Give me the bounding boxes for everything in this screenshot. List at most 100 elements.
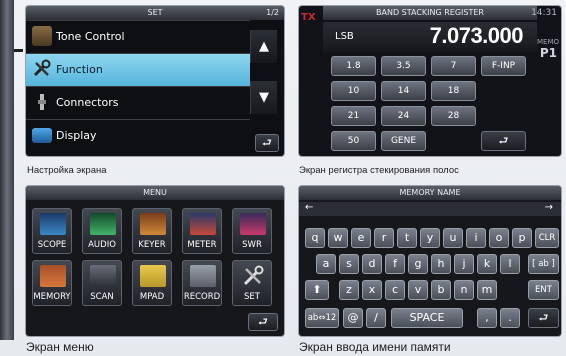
key-w[interactable]: w [328, 228, 348, 248]
key-y[interactable]: y [420, 228, 440, 248]
key-n[interactable]: n [454, 280, 474, 300]
menu-mpad-button[interactable]: MPAD [132, 260, 172, 306]
key-d[interactable]: d [362, 254, 382, 274]
key-a[interactable]: a [316, 254, 336, 274]
memory-icon [40, 265, 66, 287]
key-h[interactable]: h [431, 254, 451, 274]
band-button-7[interactable]: 7 [431, 56, 476, 76]
keyboard-return-button[interactable]: ⮐ [528, 308, 559, 328]
key-z[interactable]: z [339, 280, 359, 300]
key-at[interactable]: @ [343, 308, 363, 328]
key-l[interactable]: l [500, 254, 520, 274]
scroll-up-button[interactable]: ▲ [250, 30, 277, 63]
set-item-display[interactable]: Display [26, 119, 250, 152]
audio-icon [90, 213, 116, 235]
cursor-right-icon[interactable]: → [545, 202, 553, 213]
key-comma[interactable]: , [477, 308, 497, 328]
key-e[interactable]: e [351, 228, 371, 248]
keyer-icon [140, 213, 166, 235]
band-return-button[interactable]: ⮐ [481, 131, 526, 151]
gene-button[interactable]: GENE [381, 131, 426, 151]
set-return-button[interactable]: ⮐ [255, 134, 279, 152]
band-label: 14 [397, 86, 410, 96]
shift-icon: ⬆ [312, 283, 322, 296]
meter-icon [190, 213, 216, 235]
cursor-left-icon[interactable]: ← [305, 202, 313, 213]
menu-meter-button[interactable]: METER [182, 208, 222, 254]
set-item-function[interactable]: Function [26, 53, 250, 86]
key-v[interactable]: v [408, 280, 428, 300]
key-g[interactable]: g [408, 254, 428, 274]
menu-record-button[interactable]: RECORD [182, 260, 222, 306]
band-button-18[interactable]: 18 [431, 81, 476, 101]
key-label: e [357, 231, 365, 244]
band-button-50[interactable]: 50 [331, 131, 376, 151]
menu-return-button[interactable]: ⮐ [248, 313, 278, 331]
set-item-tone-control[interactable]: Tone Control [26, 20, 250, 53]
key-o[interactable]: o [489, 228, 509, 248]
key-m[interactable]: m [477, 280, 497, 300]
ab12-toggle-button[interactable]: ab⇔12 [305, 308, 339, 328]
ent-button[interactable]: ENT [528, 280, 559, 300]
band-label: 3.5 [396, 61, 411, 71]
band-title-bar: BAND STACKING REGISTER [323, 6, 537, 20]
key-c[interactable]: c [385, 280, 405, 300]
key-s[interactable]: s [339, 254, 359, 274]
band-button-1-8[interactable]: 1.8 [331, 56, 376, 76]
menu-item-label: AUDIO [88, 240, 116, 250]
space-button[interactable]: SPACE [391, 308, 463, 328]
key-r[interactable]: r [374, 228, 394, 248]
menu-item-label: RECORD [183, 292, 221, 302]
key-period[interactable]: . [500, 308, 520, 328]
menu-keyer-button[interactable]: KEYER [132, 208, 172, 254]
menu-memory-button[interactable]: MEMORY [32, 260, 72, 306]
key-x[interactable]: x [362, 280, 382, 300]
swr-icon [240, 213, 266, 235]
band-button-24[interactable]: 24 [381, 106, 426, 126]
menu-scope-button[interactable]: SCOPE [32, 208, 72, 254]
menu-swr-button[interactable]: SWR [232, 208, 272, 254]
key-j[interactable]: j [454, 254, 474, 274]
f-inp-button[interactable]: F-INP [481, 56, 526, 76]
menu-scan-button[interactable]: SCAN [82, 260, 122, 306]
menu-audio-button[interactable]: AUDIO [82, 208, 122, 254]
band-button-28[interactable]: 28 [431, 106, 476, 126]
menu-item-label: MEMORY [33, 292, 71, 302]
key-t[interactable]: t [397, 228, 417, 248]
menu-title-bar: MENU [26, 186, 284, 200]
name-entry-field[interactable] [299, 202, 561, 216]
band-button-21[interactable]: 21 [331, 106, 376, 126]
menu-item-label: SCOPE [37, 240, 67, 250]
scroll-down-button[interactable]: ▼ [250, 81, 277, 114]
key-label: ENT [535, 285, 552, 295]
band-button-3-5[interactable]: 3.5 [381, 56, 426, 76]
ab-mode-button[interactable]: [ ab ] [528, 254, 559, 274]
memo-channel: P1 [539, 46, 557, 60]
menu-item-label: SCAN [90, 292, 114, 302]
key-u[interactable]: u [443, 228, 463, 248]
key-label: r [381, 231, 387, 244]
key-label: / [374, 311, 378, 324]
key-label: x [368, 283, 376, 296]
key-q[interactable]: q [305, 228, 325, 248]
clr-button[interactable]: CLR [535, 228, 559, 248]
band-button-10[interactable]: 10 [331, 81, 376, 101]
key-b[interactable]: b [431, 280, 451, 300]
key-i[interactable]: i [466, 228, 486, 248]
key-slash[interactable]: / [366, 308, 386, 328]
key-f[interactable]: f [385, 254, 405, 274]
keyboard-title: MEMORY NAME [399, 188, 461, 197]
menu-set-button[interactable]: SET [232, 260, 272, 306]
mpad-icon [140, 265, 166, 287]
key-label: f [393, 257, 397, 270]
shift-button[interactable]: ⬆ [305, 280, 329, 300]
menu-item-label: MPAD [139, 292, 165, 302]
key-k[interactable]: k [477, 254, 497, 274]
key-label: t [404, 231, 410, 244]
band-button-14[interactable]: 14 [381, 81, 426, 101]
set-item-connectors[interactable]: Connectors [26, 86, 250, 119]
tx-indicator: TX [301, 12, 316, 23]
caption-keyboard: Экран ввода имени памяти [299, 340, 451, 354]
key-p[interactable]: p [512, 228, 532, 248]
set-icon [240, 265, 266, 287]
